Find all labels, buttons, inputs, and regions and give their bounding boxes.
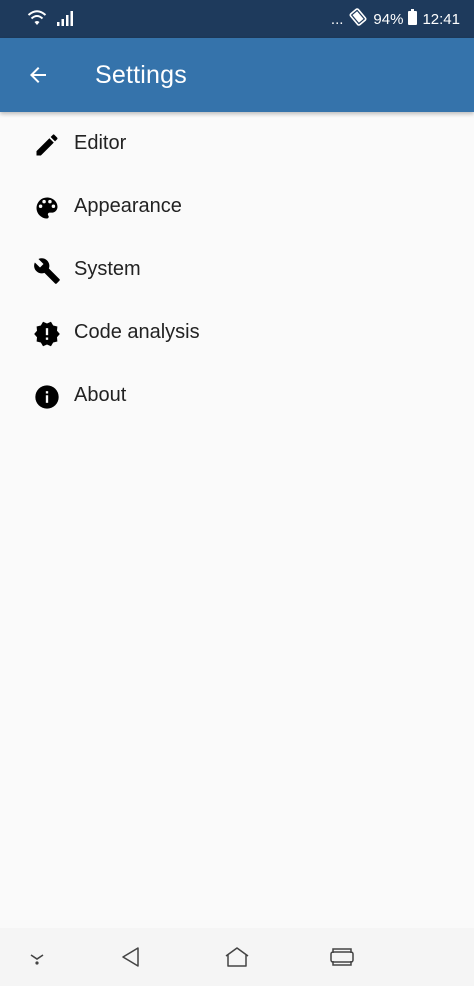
page-title: Settings	[95, 61, 187, 89]
menu-item-system[interactable]: System	[0, 238, 474, 301]
dropdown-icon	[30, 954, 44, 965]
alert-decagram-icon	[33, 320, 61, 348]
menu-item-label: Appearance	[74, 195, 182, 217]
battery-icon	[408, 9, 418, 29]
app-bar: Settings	[0, 38, 474, 112]
back-triangle-icon	[122, 947, 139, 967]
nav-home-button[interactable]	[217, 937, 257, 977]
menu-item-appearance[interactable]: Appearance	[0, 175, 474, 238]
arrow-left-icon	[30, 67, 46, 83]
nav-back-button[interactable]	[111, 937, 151, 977]
rotate-icon	[348, 7, 368, 31]
wifi-icon	[26, 8, 48, 33]
menu-item-label: Editor	[74, 132, 127, 154]
menu-item-code-analysis[interactable]: Code analysis	[0, 301, 474, 364]
info-icon	[33, 383, 61, 411]
settings-list: Editor Appearance System Code analysis A…	[0, 112, 474, 427]
signal-icon	[56, 9, 76, 32]
status-bar: ... 94% 12:41	[0, 0, 474, 38]
menu-item-label: System	[74, 258, 141, 280]
back-button[interactable]	[18, 55, 58, 95]
status-dots: ...	[330, 10, 344, 28]
menu-item-label: About	[74, 384, 127, 406]
recents-icon	[330, 948, 354, 966]
status-right: ... 94% 12:41	[331, 0, 460, 38]
system-nav-bar	[0, 928, 474, 986]
battery-percent: 94%	[373, 10, 404, 28]
pencil-icon	[33, 131, 61, 159]
menu-item-about[interactable]: About	[0, 364, 474, 427]
menu-item-editor[interactable]: Editor	[0, 112, 474, 175]
nav-recents-button[interactable]	[322, 937, 362, 977]
clock: 12:41	[422, 10, 460, 28]
nav-dropdown-button[interactable]	[17, 937, 57, 977]
home-icon	[225, 947, 249, 967]
wrench-icon	[33, 257, 61, 285]
palette-icon	[33, 194, 61, 222]
status-left	[26, 8, 76, 33]
menu-item-label: Code analysis	[74, 321, 200, 343]
